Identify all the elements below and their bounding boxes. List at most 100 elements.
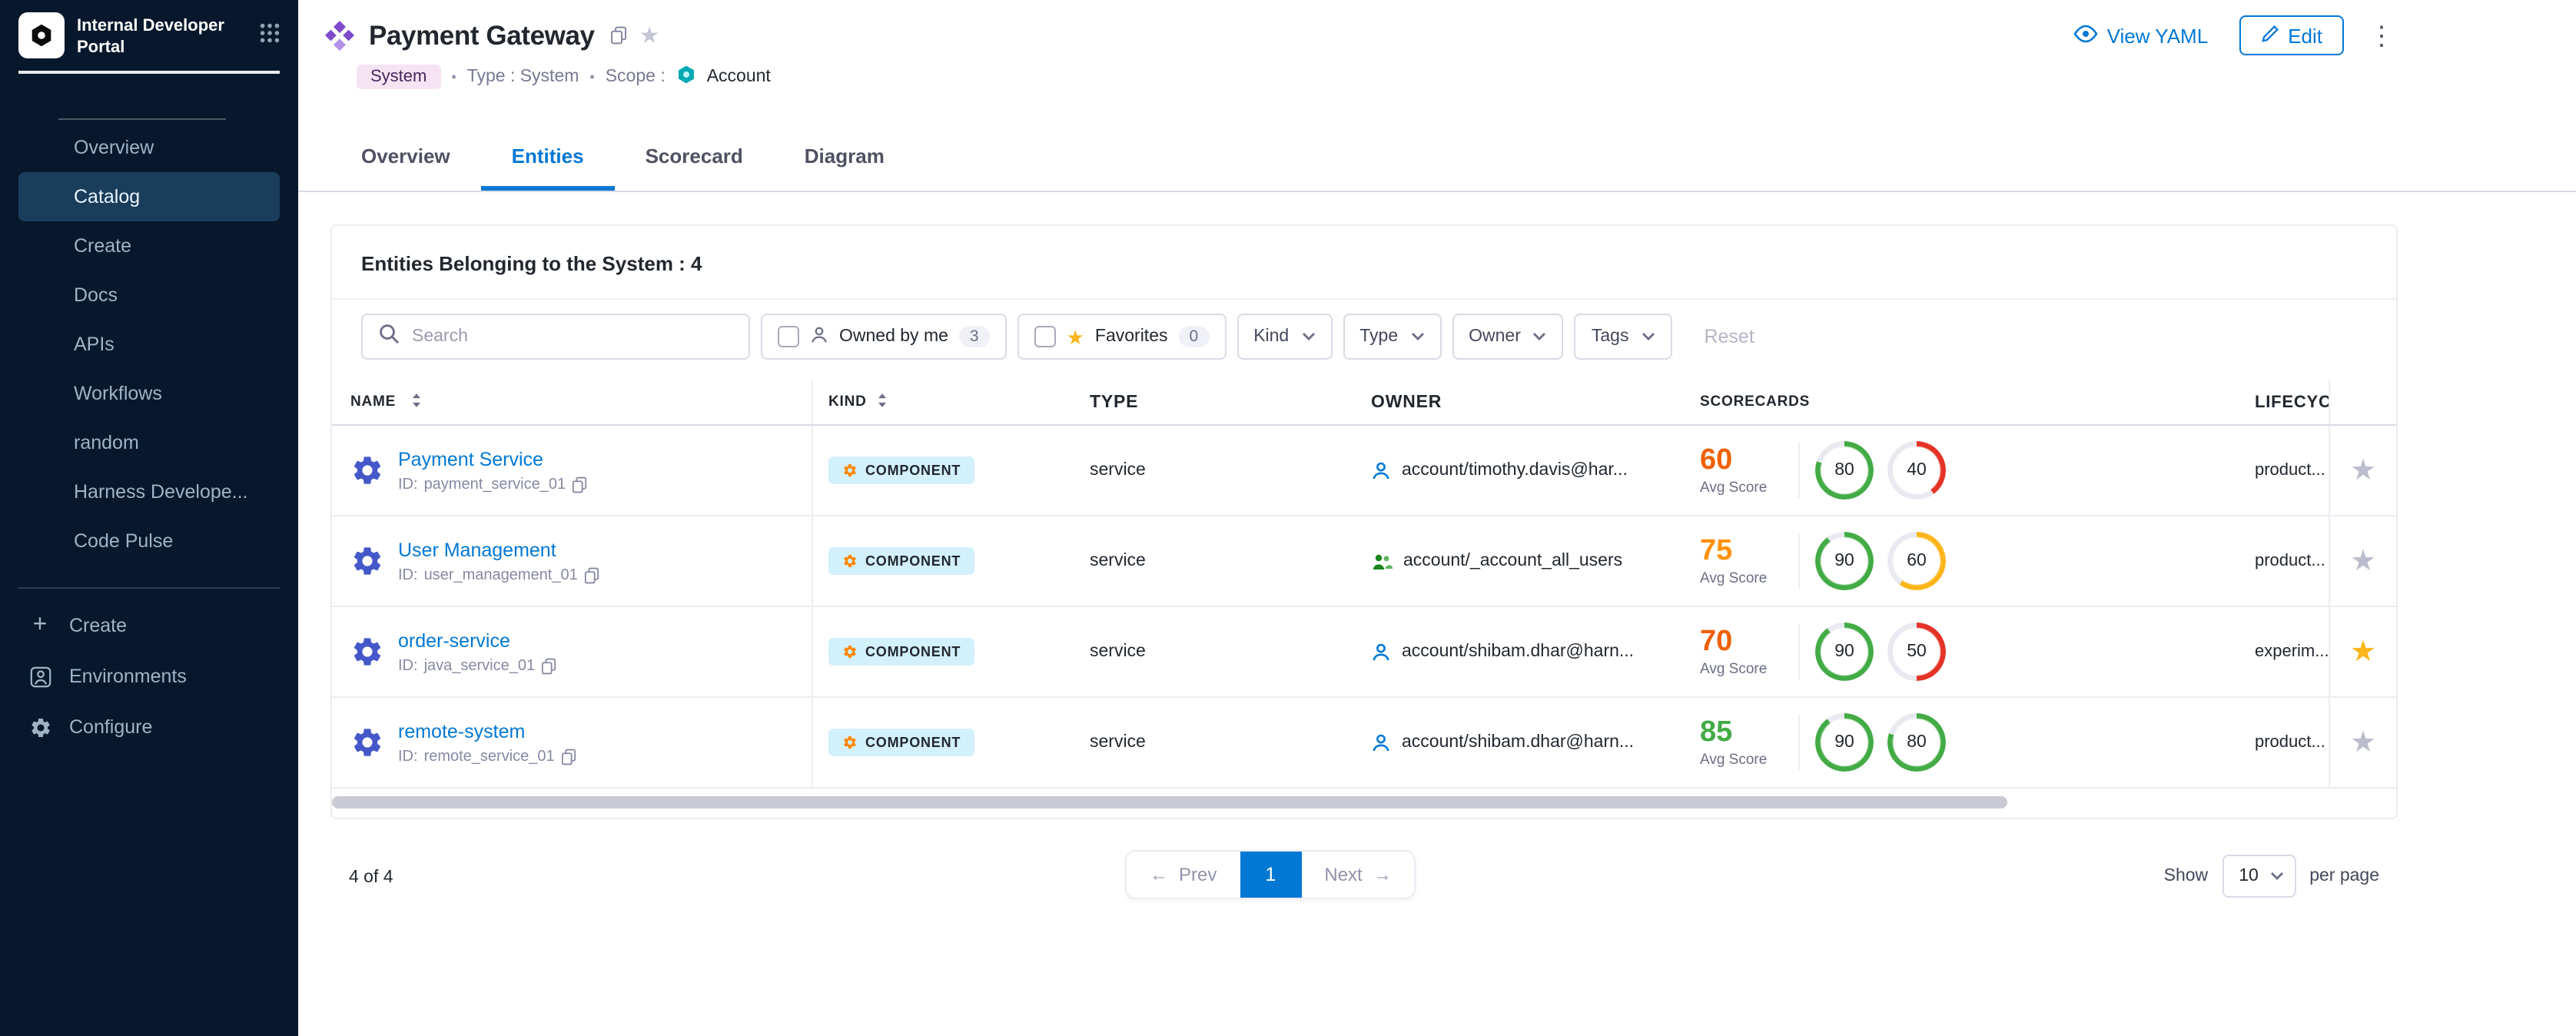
sidebar-item-create[interactable]: Create <box>18 221 280 270</box>
next-page-button[interactable]: Next → <box>1301 852 1414 898</box>
sidebar-item-apis[interactable]: APIs <box>18 319 280 368</box>
prev-page-button[interactable]: ← Prev <box>1127 852 1240 898</box>
score-divider <box>1798 443 1800 498</box>
name-cell: order-serviceID:java_service_01 <box>332 607 813 696</box>
score-divider <box>1798 624 1800 679</box>
kind-cell: COMPONENT <box>813 698 1074 787</box>
avg-score-label: Avg Score <box>1700 479 1783 496</box>
score-donut: 50 <box>1887 623 1946 681</box>
search-icon <box>378 322 400 351</box>
tab-diagram[interactable]: Diagram <box>774 123 915 191</box>
search-box <box>361 314 750 360</box>
sidebar-item-docs[interactable]: Docs <box>18 270 280 319</box>
arrow-left-icon: ← <box>1150 864 1168 885</box>
sidebar-bottom-item-environments[interactable]: Environments <box>18 651 280 702</box>
component-gear-icon <box>350 635 384 669</box>
favorites-checkbox[interactable] <box>1034 326 1056 347</box>
name-cell: Payment ServiceID:payment_service_01 <box>332 426 813 515</box>
star-icon: ★ <box>1067 327 1084 347</box>
kind-badge: COMPONENT <box>828 729 974 756</box>
column-header-favorite <box>2329 380 2396 424</box>
favorites-label: Favorites <box>1095 327 1168 346</box>
owner-value: account/shibam.dhar@harn... <box>1402 643 1634 661</box>
scope-label: Scope : <box>606 68 666 86</box>
entity-name-link[interactable]: User Management <box>398 539 599 560</box>
pencil-icon <box>2260 24 2279 47</box>
gear-icon <box>28 716 52 739</box>
tab-scorecard[interactable]: Scorecard <box>615 123 774 191</box>
edit-button[interactable]: Edit <box>2239 15 2344 55</box>
component-icon <box>842 463 858 478</box>
column-header-scorecards: SCORECARDS <box>1688 380 2236 424</box>
filter-dropdown-kind[interactable]: Kind <box>1237 314 1332 360</box>
filter-dropdown-type[interactable]: Type <box>1343 314 1441 360</box>
search-input[interactable] <box>412 327 733 346</box>
avg-score-value: 70 <box>1700 626 1783 656</box>
scorecards-cell: 75Avg Score9060 <box>1688 516 2236 606</box>
copy-icon[interactable] <box>572 476 587 493</box>
type-cell: service <box>1074 426 1356 515</box>
table-row: Payment ServiceID:payment_service_01COMP… <box>332 426 2396 516</box>
favorite-star-icon[interactable]: ★ <box>2350 456 2376 485</box>
owned-by-me-filter[interactable]: Owned by me 3 <box>761 314 1007 360</box>
sidebar-item-workflows[interactable]: Workflows <box>18 368 280 417</box>
harness-logo-icon[interactable] <box>18 12 65 58</box>
column-header-name[interactable]: NAME <box>332 380 813 424</box>
owner-value: account/timothy.davis@har... <box>1402 461 1628 480</box>
entity-name-link[interactable]: order-service <box>398 629 556 651</box>
chevron-down-icon <box>1533 327 1547 346</box>
name-cell: remote-systemID:remote_service_01 <box>332 698 813 787</box>
entity-name-link[interactable]: remote-system <box>398 720 576 742</box>
owner-value: account/_account_all_users <box>1403 552 1622 570</box>
tab-entities[interactable]: Entities <box>481 123 615 191</box>
tab-overview[interactable]: Overview <box>330 123 481 191</box>
sidebar-item-random[interactable]: random <box>18 417 280 467</box>
per-page-select[interactable]: 10 <box>2222 855 2295 898</box>
id-label: ID: <box>398 657 418 674</box>
sidebar-item-catalog[interactable]: Catalog <box>18 171 280 221</box>
sidebar-nav: OverviewCatalogCreateDocsAPIsWorkflowsra… <box>0 122 298 565</box>
favorite-title-star-icon[interactable]: ★ <box>639 24 660 47</box>
copy-icon[interactable] <box>541 657 556 674</box>
sidebar-item-overview[interactable]: Overview <box>18 122 280 171</box>
favorite-cell: ★ <box>2329 426 2396 515</box>
owned-by-me-checkbox[interactable] <box>778 326 799 347</box>
owner-cell: account/_account_all_users <box>1356 516 1688 606</box>
favorite-star-icon[interactable]: ★ <box>2350 546 2376 576</box>
sidebar-bottom-item-configure[interactable]: Configure <box>18 702 280 752</box>
sort-icon <box>876 391 888 413</box>
reset-filters-button[interactable]: Reset <box>1704 326 1754 347</box>
view-yaml-button[interactable]: View YAML <box>2073 24 2209 47</box>
entity-id: payment_service_01 <box>424 476 566 493</box>
pagination-bar: 4 of 4 ← Prev 1 Next → Show 10 <box>330 838 2398 930</box>
sidebar-bottom-item-create[interactable]: +Create <box>18 600 280 651</box>
favorite-star-icon[interactable]: ★ <box>2350 728 2376 757</box>
show-label: Show <box>2164 867 2209 885</box>
sidebar-item-harness-develope[interactable]: Harness Develope... <box>18 467 280 516</box>
kebab-menu-icon[interactable]: ⋮ <box>2369 22 2395 48</box>
sidebar: Internal Developer Portal OverviewCatalo… <box>0 0 298 1036</box>
copy-title-icon[interactable] <box>610 26 627 45</box>
table-row: remote-systemID:remote_service_01 COMPONE… <box>332 698 2396 789</box>
kind-cell: COMPONENT <box>813 426 1074 515</box>
copy-icon[interactable] <box>561 748 576 765</box>
favorite-cell: ★ <box>2329 698 2396 787</box>
table-header-row: NAMEKINDTYPEOWNERSCORECARDSLIFECYCLE <box>332 380 2396 426</box>
page-1-button[interactable]: 1 <box>1240 852 1301 898</box>
entity-name-link[interactable]: Payment Service <box>398 448 587 470</box>
copy-icon[interactable] <box>584 566 599 583</box>
sidebar-item-code-pulse[interactable]: Code Pulse <box>18 516 280 565</box>
favorite-star-icon[interactable]: ★ <box>2350 637 2376 666</box>
page-range-label: 4 of 4 <box>349 868 393 887</box>
column-header-owner: OWNER <box>1356 380 1688 424</box>
favorites-filter[interactable]: ★ Favorites 0 <box>1017 314 1227 360</box>
kind-cell: COMPONENT <box>813 516 1074 606</box>
filter-dropdown-owner[interactable]: Owner <box>1452 314 1564 360</box>
scrollbar-thumb[interactable] <box>332 796 2007 809</box>
arrow-right-icon: → <box>1373 864 1392 885</box>
app-grid-icon[interactable] <box>260 12 280 51</box>
filter-dropdown-tags[interactable]: Tags <box>1575 314 1672 360</box>
column-header-kind[interactable]: KIND <box>813 380 1074 424</box>
entities-card: Entities Belonging to the System : 4 Own… <box>330 224 2398 819</box>
brand-divider <box>18 70 280 73</box>
